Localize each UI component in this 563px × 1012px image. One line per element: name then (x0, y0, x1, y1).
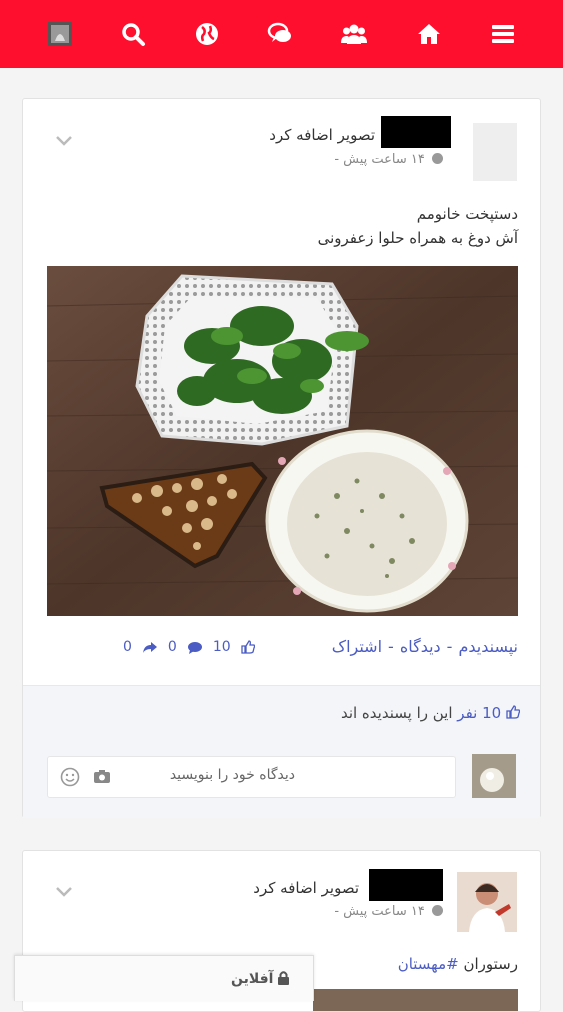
likes-comment-area: 10 نفر این را پسندیده اند دیدگاه خود را … (23, 685, 540, 818)
comment-count: 0 (167, 639, 177, 655)
menu-icon[interactable] (486, 17, 520, 51)
post-text-line: آش دوغ به همراه حلوا زعفرونی (317, 229, 518, 247)
separator: - (446, 637, 453, 656)
post-actions: نپسندیدم - دیدگاه - اشتراک (332, 637, 518, 656)
share-count: 0 (123, 639, 132, 655)
redacted-username (381, 116, 451, 148)
top-navigation-bar (0, 0, 563, 68)
smiley-icon[interactable] (60, 767, 80, 787)
post-time: ۱۴ ساعت پیش - (334, 904, 425, 919)
post-action-text: تصویر اضافه کرد (269, 126, 375, 144)
post-photo[interactable] (47, 266, 518, 616)
users-icon[interactable] (337, 17, 371, 51)
post-text-prefix: رستوران (463, 955, 518, 973)
home-icon[interactable] (412, 17, 446, 51)
liked-by-text: 10 نفر این را پسندیده اند (340, 704, 521, 722)
post-timestamp: ۱۴ ساعت پیش - (253, 152, 443, 167)
chevron-down-icon[interactable] (55, 135, 73, 147)
commenter-avatar (472, 754, 516, 798)
post-time: ۱۴ ساعت پیش - (334, 152, 425, 167)
post-photo[interactable] (313, 989, 518, 1011)
chevron-down-icon[interactable] (55, 886, 73, 898)
redacted-username (369, 869, 443, 901)
camera-icon[interactable] (93, 769, 111, 784)
hashtag-link[interactable]: #مهستان (398, 955, 459, 973)
share-link[interactable]: اشتراک (332, 637, 382, 656)
avatar[interactable] (473, 123, 517, 181)
liked-by-suffix: این را پسندیده اند (340, 704, 453, 722)
unlike-link[interactable]: نپسندیدم (458, 637, 518, 656)
globe-icon (432, 905, 443, 916)
chat-status-tab[interactable]: آفلاین (14, 955, 314, 1001)
globe-icon (432, 153, 443, 164)
profile-icon[interactable] (43, 17, 77, 51)
liked-by-word[interactable]: نفر (457, 704, 477, 722)
search-icon[interactable] (116, 17, 150, 51)
comment-input[interactable]: دیدگاه خود را بنویسید (47, 756, 456, 798)
post-action-text: تصویر اضافه کرد (253, 879, 359, 897)
post-timestamp: ۱۴ ساعت پیش - (253, 904, 443, 919)
lock-icon (278, 971, 289, 985)
offline-label: آفلاین (231, 971, 274, 987)
avatar[interactable] (457, 872, 517, 932)
post-text-line: رستوران #مهستان (398, 953, 518, 975)
post-counts: 0 0 10 (123, 639, 255, 655)
thumbs-up-icon (241, 640, 255, 654)
comment-link[interactable]: دیدگاه (400, 637, 441, 656)
chat-icon[interactable] (263, 17, 297, 51)
liked-by-count[interactable]: 10 (482, 704, 501, 722)
comment-placeholder: دیدگاه خود را بنویسید (169, 767, 295, 783)
separator: - (388, 637, 394, 656)
globe-icon[interactable] (190, 17, 224, 51)
post-card: تصویر اضافه کرد ۱۴ ساعت پیش - دستپخت خان… (22, 98, 541, 818)
like-count: 10 (212, 639, 231, 655)
share-arrow-icon (142, 641, 157, 653)
thumbs-up-icon (506, 705, 521, 719)
post-text-line: دستپخت خانومم (416, 205, 518, 223)
comment-bubble-icon (187, 641, 202, 654)
